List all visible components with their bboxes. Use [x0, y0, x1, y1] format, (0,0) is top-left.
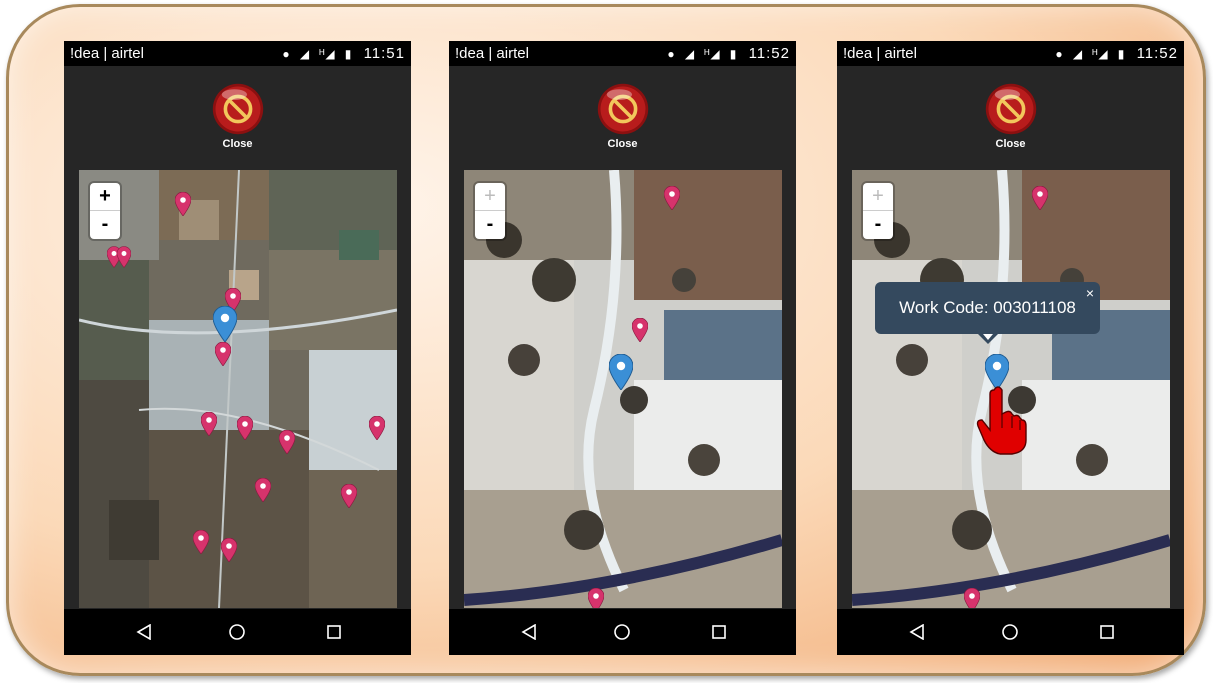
home-icon — [614, 624, 630, 640]
back-button[interactable] — [114, 609, 174, 655]
app-header: Close — [449, 66, 796, 170]
home-icon — [1002, 624, 1018, 640]
location-icon: ● — [282, 47, 291, 61]
recents-icon — [712, 625, 726, 639]
status-bar: !dea | airtel ● ◢ ᴴ◢ ▮ 11:51 — [64, 41, 411, 66]
map-pin-marker[interactable] — [117, 246, 131, 268]
home-button[interactable] — [207, 609, 267, 655]
location-icon: ● — [1055, 47, 1064, 61]
back-icon — [909, 624, 924, 640]
android-nav-bar — [64, 609, 411, 655]
zoom-in-button[interactable]: + — [863, 183, 893, 210]
map-pin-marker[interactable] — [215, 342, 231, 366]
map-pin-marker[interactable] — [221, 538, 237, 562]
signal-icon: ◢ — [299, 47, 311, 61]
map-pin-marker[interactable] — [369, 416, 385, 440]
phone-screen-2: !dea | airtel ● ◢ ᴴ◢ ▮ 11:52 Close + - — [449, 41, 796, 655]
map-pin-marker[interactable] — [193, 530, 209, 554]
phone-screen-3: !dea | airtel ● ◢ ᴴ◢ ▮ 11:52 Close + - W… — [837, 41, 1184, 655]
status-time: 11:52 — [1136, 45, 1178, 62]
back-icon — [521, 624, 536, 640]
recents-button[interactable] — [1077, 609, 1137, 655]
back-icon — [136, 624, 151, 640]
app-header: Close — [837, 66, 1184, 170]
zoom-in-button[interactable]: + — [90, 183, 120, 210]
status-time: 11:52 — [748, 45, 790, 62]
android-nav-bar — [449, 609, 796, 655]
hand-pointer-icon — [976, 386, 1027, 455]
recents-button[interactable] — [304, 609, 364, 655]
back-button[interactable] — [887, 609, 947, 655]
popup-close-button[interactable]: × — [1086, 286, 1094, 300]
map-pin-marker[interactable] — [279, 430, 295, 454]
map-pin-marker[interactable] — [255, 478, 271, 502]
map-pin-marker[interactable] — [237, 416, 253, 440]
zoom-control: + - — [90, 183, 120, 239]
close-label: Close — [607, 138, 638, 150]
battery-icon: ▮ — [729, 47, 738, 61]
map-view[interactable]: + - — [464, 170, 782, 608]
network-h-icon: ᴴ◢ — [704, 47, 721, 61]
map-view[interactable]: + - Work Code: 003011108 × — [852, 170, 1170, 608]
close-icon — [596, 82, 650, 136]
map-pin-marker[interactable] — [201, 412, 217, 436]
map-pin-marker[interactable] — [588, 588, 604, 608]
zoom-out-button[interactable]: - — [863, 211, 893, 238]
battery-icon: ▮ — [1117, 47, 1126, 61]
app-header: Close — [64, 66, 411, 170]
map-pin-marker[interactable] — [632, 318, 648, 342]
current-location-marker[interactable] — [609, 354, 633, 390]
close-label: Close — [222, 138, 253, 150]
home-button[interactable] — [592, 609, 652, 655]
map-pin-marker[interactable] — [1032, 186, 1048, 210]
zoom-out-button[interactable]: - — [90, 211, 120, 238]
map-pin-marker[interactable] — [175, 192, 191, 216]
carrier-label: !dea | airtel — [70, 45, 144, 62]
popup-work-code: Work Code: 003011108 — [899, 298, 1076, 317]
zoom-in-button[interactable]: + — [475, 183, 505, 210]
back-button[interactable] — [499, 609, 559, 655]
close-button[interactable]: Close — [208, 82, 268, 156]
close-icon — [211, 82, 265, 136]
close-button[interactable]: Close — [981, 82, 1041, 156]
network-h-icon: ᴴ◢ — [1092, 47, 1109, 61]
battery-icon: ▮ — [344, 47, 353, 61]
map-pin-marker[interactable] — [664, 186, 680, 210]
map-pin-marker[interactable] — [341, 484, 357, 508]
satellite-map-city — [79, 170, 397, 608]
status-time: 11:51 — [363, 45, 405, 62]
close-label: Close — [995, 138, 1026, 150]
zoom-control: + - — [863, 183, 893, 239]
zoom-out-button[interactable]: - — [475, 211, 505, 238]
recents-button[interactable] — [689, 609, 749, 655]
location-icon: ● — [667, 47, 676, 61]
map-view[interactable]: + - — [79, 170, 397, 608]
carrier-label: !dea | airtel — [843, 45, 917, 62]
signal-icon: ◢ — [684, 47, 696, 61]
close-button[interactable]: Close — [593, 82, 653, 156]
network-h-icon: ᴴ◢ — [319, 47, 336, 61]
phone-screen-1: !dea | airtel ● ◢ ᴴ◢ ▮ 11:51 Close + - — [64, 41, 411, 655]
status-bar: !dea | airtel ● ◢ ᴴ◢ ▮ 11:52 — [837, 41, 1184, 66]
carrier-label: !dea | airtel — [455, 45, 529, 62]
android-nav-bar — [837, 609, 1184, 655]
info-popup: Work Code: 003011108 × — [875, 282, 1100, 344]
recents-icon — [1100, 625, 1114, 639]
status-bar: !dea | airtel ● ◢ ᴴ◢ ▮ 11:52 — [449, 41, 796, 66]
signal-icon: ◢ — [1072, 47, 1084, 61]
home-icon — [229, 624, 245, 640]
zoom-control: + - — [475, 183, 505, 239]
close-icon — [984, 82, 1038, 136]
map-pin-marker[interactable] — [964, 588, 980, 608]
current-location-marker[interactable] — [213, 306, 237, 342]
recents-icon — [327, 625, 341, 639]
home-button[interactable] — [980, 609, 1040, 655]
